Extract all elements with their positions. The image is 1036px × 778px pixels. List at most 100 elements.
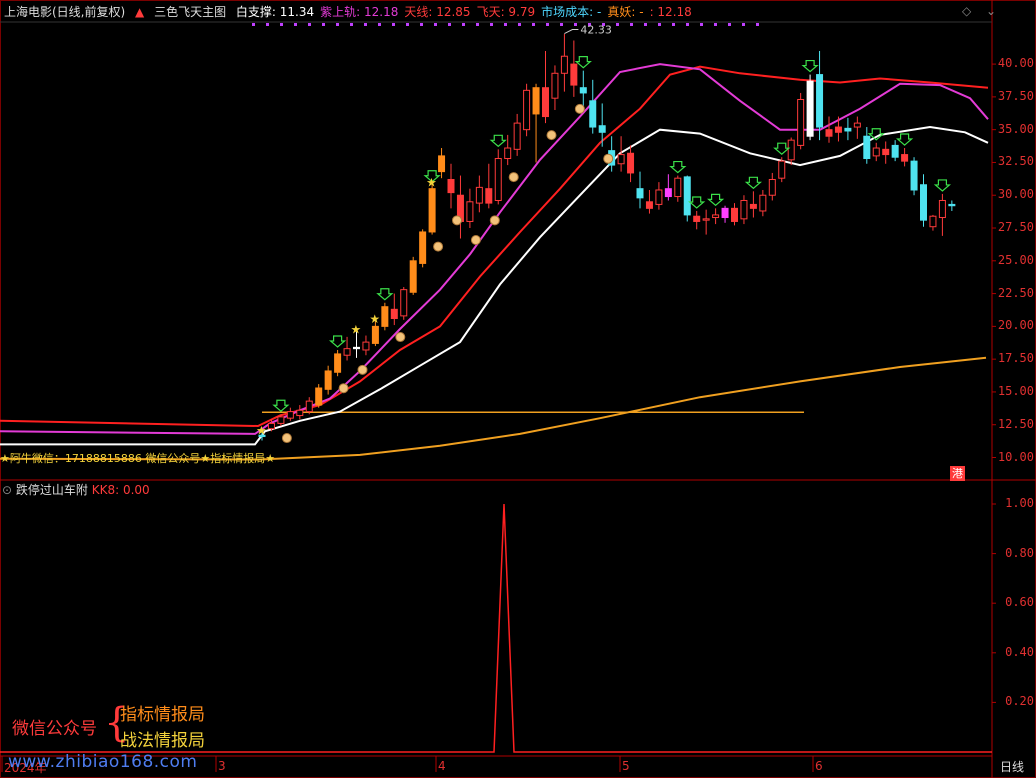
sub-axis-tick: 0.80 <box>1005 545 1034 560</box>
sub-indicator-name[interactable]: 跌停过山车附 <box>16 483 88 497</box>
marker-dot <box>630 23 633 26</box>
candle-body <box>324 370 332 390</box>
star-icon: ★ <box>351 323 362 337</box>
header-item-2: 天线: 12.85 <box>404 5 471 19</box>
marker-dot <box>756 23 759 26</box>
candle-body <box>872 147 880 157</box>
down-arrow-icon <box>801 59 819 73</box>
candle-body <box>267 422 275 430</box>
main-axis-tick: 10.00 <box>997 449 1034 464</box>
contact-annotation: ★阿牛微信：17188815886 微信公众号★指标情报局★ <box>0 452 276 465</box>
candle-body <box>579 87 587 94</box>
header-item-5: 真妖: - <box>607 5 644 19</box>
main-axis-tick: 22.50 <box>997 285 1034 300</box>
candle-body <box>315 387 323 406</box>
candle-body <box>929 215 937 228</box>
candle-body <box>551 72 559 99</box>
marker-dot <box>294 23 297 26</box>
candle-body <box>948 203 956 207</box>
candle-body <box>343 348 351 356</box>
sub-axis-tick: 0.20 <box>1005 694 1034 709</box>
candle-body <box>598 125 606 133</box>
hand-marker-icon <box>489 215 500 226</box>
wechat-line1: 指标情报局 <box>120 705 205 725</box>
candle-body <box>466 201 474 222</box>
candle-body <box>787 139 795 161</box>
collapse-icon[interactable]: ⊙ <box>2 483 12 497</box>
candle-body <box>589 100 597 128</box>
down-arrow-icon <box>328 335 347 348</box>
marker-dot <box>336 23 339 26</box>
candle-body <box>693 215 701 222</box>
main-axis-tick: 37.50 <box>997 88 1034 103</box>
hand-marker-icon <box>603 153 614 164</box>
white-support-line <box>0 125 989 446</box>
chevron-down-icon[interactable]: ⌄ <box>986 4 996 18</box>
candle-body <box>485 188 493 204</box>
indicator-name[interactable]: 三色飞天主图 <box>154 5 226 19</box>
marker-dot <box>266 23 269 26</box>
star-icon: ★ <box>256 424 267 438</box>
marker-dot <box>644 23 647 26</box>
candle-body <box>390 308 398 320</box>
marker-dot <box>476 23 479 26</box>
marker-dot <box>700 23 703 26</box>
candle-body <box>277 416 285 424</box>
candle-body <box>523 89 531 131</box>
candle-body <box>447 178 455 194</box>
candle-body <box>645 201 653 209</box>
stock-title[interactable]: 上海电影(日线,前复权) <box>4 5 125 19</box>
candle-body <box>305 400 313 413</box>
candle-body <box>428 188 436 233</box>
main-axis-tick: 32.50 <box>997 154 1034 169</box>
main-axis-tick: 25.00 <box>997 252 1034 267</box>
marker-dot <box>308 23 311 26</box>
tianxian-line <box>0 65 989 428</box>
marker-dot <box>728 23 731 26</box>
main-axis-tick: 17.50 <box>997 351 1034 366</box>
candle-body <box>768 178 776 196</box>
star-icon: ★ <box>369 312 380 326</box>
hand-marker-icon <box>357 364 368 375</box>
candle-body <box>683 176 691 216</box>
marker-dot <box>742 23 745 26</box>
candle-body <box>419 231 427 264</box>
marker-dot <box>378 23 381 26</box>
down-arrow-icon <box>669 160 687 174</box>
down-arrow-icon <box>895 133 914 146</box>
sub-header: ⊙ 跌停过山车附 KK8: 0.00 <box>2 482 150 498</box>
star-icon: ★ <box>426 176 437 190</box>
marker-dot <box>420 23 423 26</box>
candle-body <box>542 87 549 118</box>
kk8-value: KK8: 0.00 <box>91 483 150 497</box>
chart-canvas: 42.33 ★ ★ ★ ★ <box>0 0 1036 778</box>
candle-body <box>674 177 682 198</box>
candle-body <box>570 63 578 86</box>
candle-body <box>702 218 710 221</box>
timeframe-label[interactable]: 日线 <box>1000 758 1024 775</box>
diamond-icon[interactable]: ◇ <box>962 4 971 18</box>
candle-body <box>353 346 360 350</box>
hand-marker-icon <box>395 332 406 343</box>
candle-body <box>334 353 342 373</box>
marker-dot <box>686 23 689 26</box>
candle-body <box>806 80 814 137</box>
candle-body <box>371 325 379 344</box>
candle-body <box>617 154 625 165</box>
x-axis-label: 5 <box>622 759 630 773</box>
hand-marker-icon <box>508 172 519 183</box>
candle-body <box>494 158 502 201</box>
main-axis-tick: 15.00 <box>997 383 1034 398</box>
candle-body <box>560 55 568 74</box>
candle-body <box>400 289 408 317</box>
candle-body <box>834 126 842 133</box>
header-item-3: 飞天: 9.79 <box>476 5 536 19</box>
candle-body <box>797 99 805 146</box>
marker-dot <box>322 23 325 26</box>
candle-body <box>513 122 521 150</box>
wechat-label: 微信公众号 <box>12 719 97 739</box>
high-point-label: 42.33 <box>580 24 612 37</box>
marker-dot <box>560 23 563 26</box>
candle-body <box>532 87 540 115</box>
hk-badge[interactable]: 港 <box>950 466 965 481</box>
